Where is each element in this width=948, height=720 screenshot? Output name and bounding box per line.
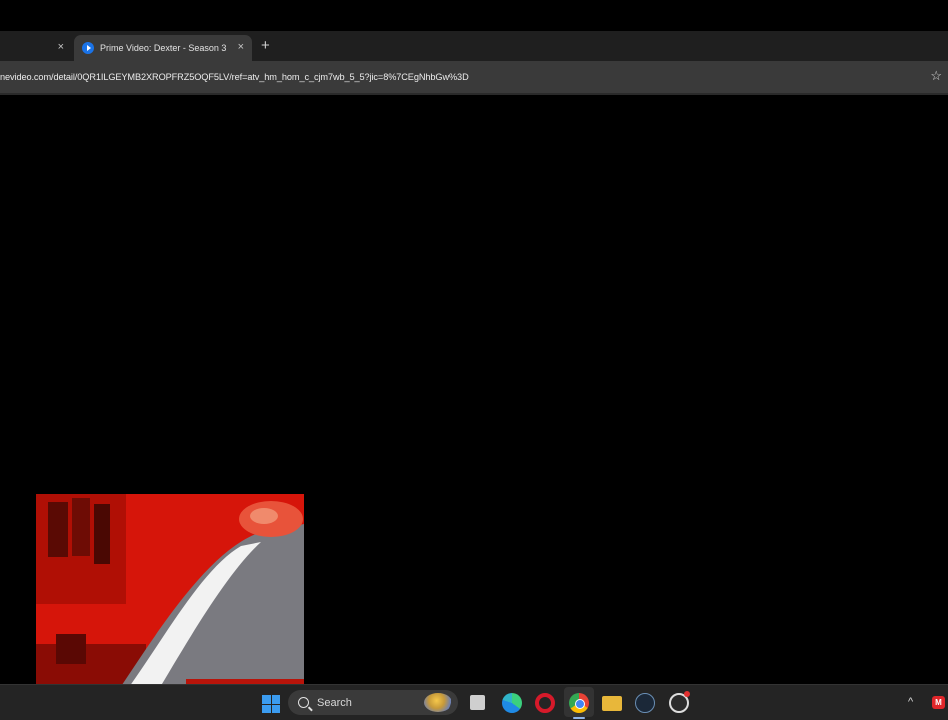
- weather-icon[interactable]: [424, 693, 452, 712]
- file-explorer-icon[interactable]: [602, 696, 622, 711]
- address-bar[interactable]: nevideo.com/detail/0QR1ILGEYMB2XROPFRZ5O…: [0, 61, 948, 95]
- taskbar: Search ^ M: [0, 684, 948, 720]
- close-icon[interactable]: ×: [58, 42, 64, 53]
- taskbar-search-box[interactable]: Search: [288, 690, 458, 715]
- obs-recording-dot: [684, 691, 690, 697]
- webcam-overlay: [36, 494, 304, 694]
- new-tab-button[interactable]: +: [261, 38, 270, 53]
- close-icon[interactable]: ×: [238, 42, 244, 53]
- tray-chevron-up-icon[interactable]: ^: [908, 696, 913, 708]
- tab-title: Prime Video: Dexter - Season 3: [100, 43, 227, 53]
- search-label: Search: [317, 696, 352, 709]
- opera-icon[interactable]: [535, 693, 555, 713]
- webcam-feed-image: [36, 494, 304, 694]
- steam-icon[interactable]: [635, 693, 655, 713]
- url-text[interactable]: nevideo.com/detail/0QR1ILGEYMB2XROPFRZ5O…: [0, 72, 469, 82]
- chrome-running-indicator: [573, 717, 585, 719]
- screen: × Prime Video: Dexter - Season 3 × + nev…: [0, 0, 948, 720]
- task-view-icon[interactable]: [470, 695, 485, 710]
- tab-previous[interactable]: ×: [0, 35, 70, 61]
- edge-icon[interactable]: [502, 693, 522, 713]
- tab-strip: × Prime Video: Dexter - Season 3 × +: [0, 31, 948, 61]
- prime-video-favicon-icon: [82, 42, 94, 54]
- tab-active[interactable]: Prime Video: Dexter - Season 3 ×: [74, 35, 252, 61]
- tray-app-icon[interactable]: M: [932, 696, 945, 709]
- search-icon: [298, 697, 309, 708]
- chrome-icon[interactable]: [569, 693, 589, 713]
- bookmark-star-icon[interactable]: ☆: [930, 69, 942, 82]
- windows-start-icon[interactable]: [262, 695, 280, 713]
